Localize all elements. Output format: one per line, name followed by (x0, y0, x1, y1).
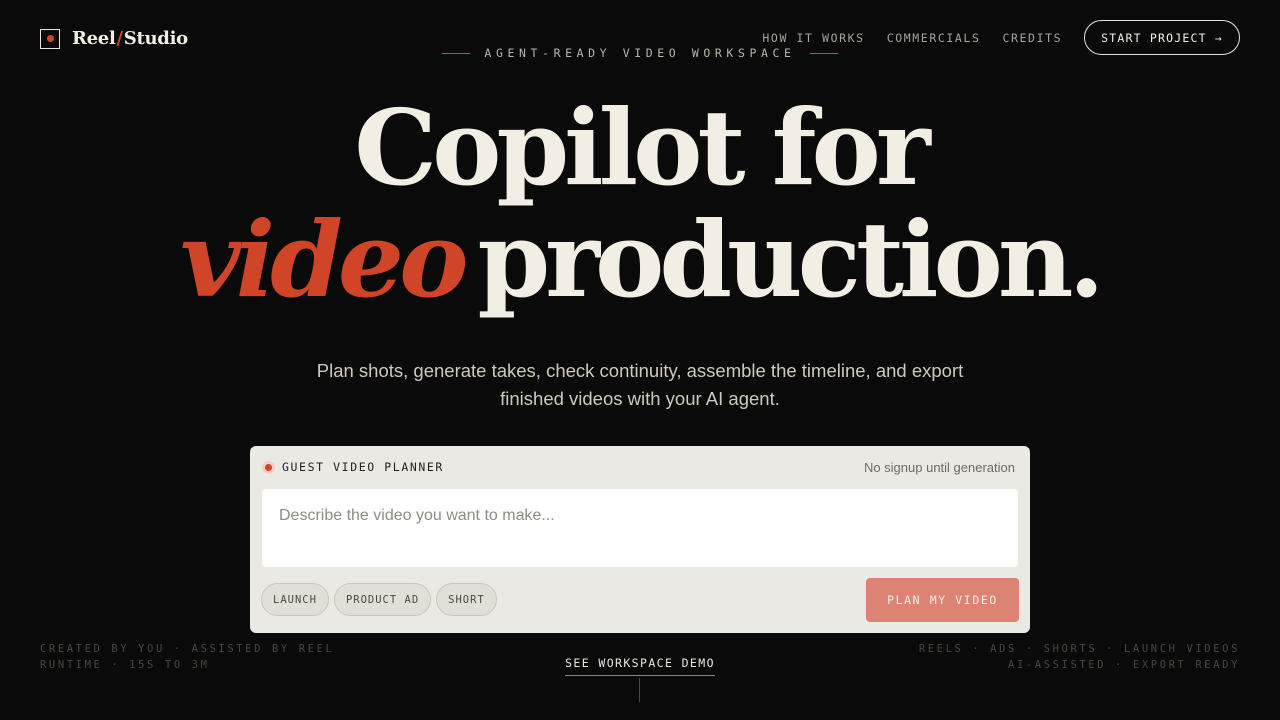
nav-credits[interactable]: CREDITS (1002, 31, 1062, 45)
eyebrow-text: AGENT-READY VIDEO WORKSPACE (484, 46, 796, 60)
footer-left-line-1: CREATED BY YOU · ASSISTED BY REEL (40, 643, 335, 655)
subtitle-line-1: Plan shots, generate takes, check contin… (316, 360, 964, 381)
subtitle-line-2: finished videos with your AI agent. (500, 388, 780, 409)
see-workspace-demo-link[interactable]: SEE WORKSPACE DEMO (565, 656, 715, 676)
video-planner-card: GUEST VIDEO PLANNER No signup until gene… (250, 446, 1030, 633)
preset-chips: LAUNCH PRODUCT AD SHORT (261, 583, 497, 616)
nav-commercials[interactable]: COMMERCIALS (887, 31, 981, 45)
eyebrow-rule-right (809, 52, 838, 54)
eyebrow: AGENT-READY VIDEO WORKSPACE (0, 46, 1280, 60)
planner-note: No signup until generation (863, 459, 1015, 475)
chip-short[interactable]: SHORT (436, 583, 497, 616)
recording-dot-icon (262, 460, 275, 474)
footer-right-line-1: REELS · ADS · SHORTS · LAUNCH VIDEOS (918, 643, 1240, 655)
footer-right-line-2: AI-ASSISTED · EXPORT READY (1008, 659, 1240, 671)
hero-title-line-2: video production. (0, 200, 1280, 320)
chip-product-ad[interactable]: PRODUCT AD (333, 583, 432, 616)
video-description-input[interactable] (262, 489, 1018, 567)
record-dot (46, 35, 54, 42)
planner-title: GUEST VIDEO PLANNER (282, 460, 444, 474)
scroll-indicator-line (639, 678, 640, 702)
hero-accent-word: video (180, 198, 468, 321)
hero-subtitle: Plan shots, generate takes, check contin… (0, 357, 1280, 413)
footer-right: REELS · ADS · SHORTS · LAUNCH VIDEOS AI-… (919, 641, 1240, 673)
planner-header: GUEST VIDEO PLANNER No signup until gene… (262, 458, 1015, 476)
eyebrow-rule-left (442, 52, 471, 54)
plan-my-video-button[interactable]: PLAN MY VIDEO (866, 578, 1019, 622)
chip-launch[interactable]: LAUNCH (261, 583, 329, 616)
hero-title-rest: production. (477, 198, 1104, 321)
planner-label: GUEST VIDEO PLANNER (262, 460, 444, 474)
nav-how-it-works[interactable]: HOW IT WORKS (762, 31, 864, 45)
hero-title-line-1: Copilot for (354, 86, 930, 209)
